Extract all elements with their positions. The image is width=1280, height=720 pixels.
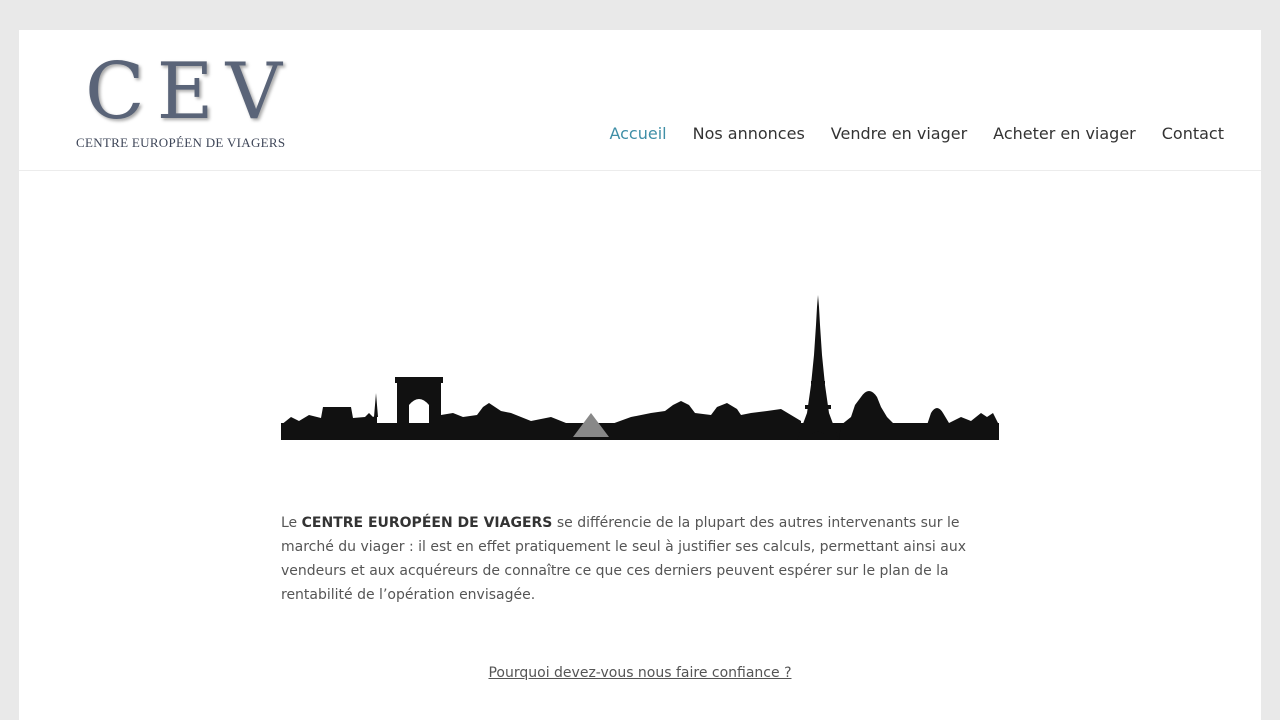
nav-item-vendre-en-viager[interactable]: Vendre en viager <box>831 124 967 143</box>
nav-item-acheter-en-viager[interactable]: Acheter en viager <box>993 124 1136 143</box>
paris-skyline-image <box>281 295 999 440</box>
nav-item-nos-annonces[interactable]: Nos annonces <box>693 124 805 143</box>
site-header: CEV CENTRE EUROPÉEN DE VIAGERS Accueil N… <box>19 30 1261 171</box>
intro-brand-name: CENTRE EUROPÉEN DE VIAGERS <box>301 515 553 531</box>
page-container: CEV CENTRE EUROPÉEN DE VIAGERS Accueil N… <box>19 30 1261 720</box>
nav-item-accueil[interactable]: Accueil <box>609 124 666 143</box>
intro-paragraph: Le CENTRE EUROPÉEN DE VIAGERS se différe… <box>281 511 999 607</box>
logo-tagline[interactable]: CENTRE EUROPÉEN DE VIAGERS <box>76 135 285 151</box>
trust-link-container: Pourquoi devez-vous nous faire confiance… <box>19 662 1261 681</box>
logo-mark[interactable]: CEV <box>85 44 294 140</box>
intro-prefix: Le <box>281 515 302 531</box>
nav-item-contact[interactable]: Contact <box>1162 124 1224 143</box>
main-nav: Accueil Nos annonces Vendre en viager Ac… <box>609 124 1224 143</box>
trust-link[interactable]: Pourquoi devez-vous nous faire confiance… <box>488 665 791 681</box>
